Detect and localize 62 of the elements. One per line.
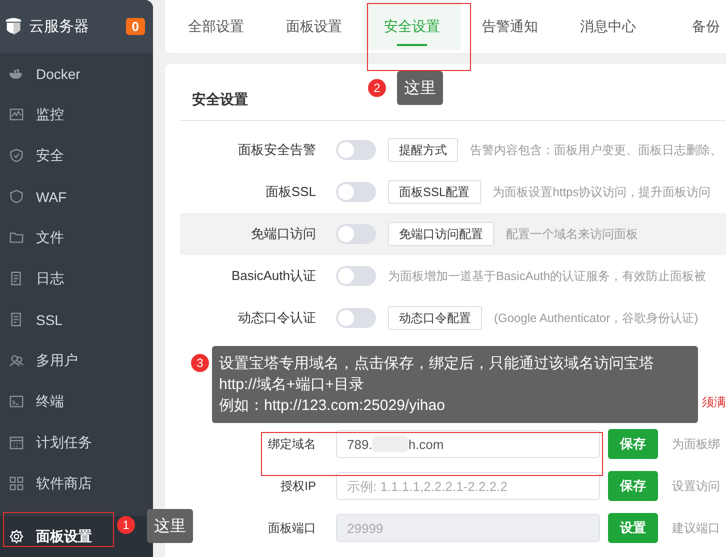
setting-description: 为面板增加一道基于BasicAuth的认证服务，有效防止面板被: [388, 268, 706, 284]
setting-label: 免端口访问: [250, 225, 316, 243]
field-description: 设置访问: [672, 478, 720, 494]
sidebar-item[interactable]: 日志: [0, 258, 153, 299]
grid-icon: [9, 476, 24, 491]
setting-label: 面板安全告警: [237, 141, 316, 159]
domain-field[interactable]: 789. h.com: [336, 430, 600, 458]
field-label: 绑定域名: [267, 436, 316, 452]
field-value: 789.: [347, 436, 372, 452]
config-button[interactable]: 面板SSL配置: [388, 180, 481, 204]
settings-icon: [9, 529, 24, 544]
sidebar-item[interactable]: SSL: [0, 299, 153, 340]
sidebar-item[interactable]: 文件: [0, 217, 153, 258]
section-title: 安全设置: [192, 91, 248, 109]
text-field[interactable]: 示例: 1.1.1.1,2.2.2.1-2.2.2.2: [336, 472, 600, 500]
sidebar-item[interactable]: 安全: [0, 135, 153, 176]
document-icon: [9, 271, 24, 286]
setting-label: 动态口令认证: [237, 309, 316, 327]
sidebar-item[interactable]: 监控: [0, 94, 153, 135]
config-button[interactable]: 提醒方式: [388, 138, 458, 162]
sidebar-item[interactable]: 软件商店: [0, 463, 153, 504]
field-label: 授权IP: [280, 478, 316, 494]
setting-description: 告警内容包含：面板用户变更、面板日志删除、: [470, 142, 722, 158]
toggle-switch[interactable]: [336, 140, 376, 160]
toggle-switch[interactable]: [336, 266, 376, 286]
config-button[interactable]: 免端口访问配置: [388, 222, 494, 246]
warning-text: 须满: [702, 394, 726, 410]
field-value: h.com: [408, 436, 444, 452]
tab[interactable]: 全部设置: [167, 0, 265, 53]
setting-description: 为面板设置https协议访问，提升面板访问: [492, 184, 711, 200]
field-label: 面板端口: [267, 520, 316, 536]
toggle-switch[interactable]: [336, 224, 376, 244]
tab[interactable]: 告警通知: [461, 0, 559, 53]
sidebar-item[interactable]: WAF: [0, 176, 153, 217]
calendar-icon: [9, 435, 24, 450]
toggle-switch[interactable]: [336, 308, 376, 328]
tab[interactable]: 备份: [657, 0, 726, 53]
field-description: 为面板绑: [672, 436, 720, 452]
terminal-icon: [9, 394, 24, 409]
users-icon: [9, 353, 24, 368]
setting-description: 配置一个域名来访问面板: [506, 226, 638, 242]
sidebar-item[interactable]: 计划任务: [0, 422, 153, 463]
setting-label: BasicAuth认证: [230, 267, 316, 285]
folder-icon: [9, 230, 24, 245]
config-button[interactable]: 动态口令配置: [388, 306, 482, 330]
shield-icon: [9, 148, 24, 163]
note-tooltip: 设置宝塔专用域名，点击保存，绑定后，只能通过该域名访问宝塔 http://域名+端口+目录 例如：http://123.com:25029/yihao: [212, 346, 698, 423]
toggle-switch[interactable]: [336, 182, 376, 202]
shield-icon: [9, 189, 24, 204]
field-description: 建议端口: [672, 520, 720, 536]
note-tooltip: 这里: [147, 509, 193, 543]
monitor-icon: [9, 107, 24, 122]
sidebar-item[interactable]: Docker: [0, 53, 153, 94]
sidebar-item[interactable]: 多用户: [0, 340, 153, 381]
setting-description: (Google Authenticator，谷歌身份认证): [494, 310, 698, 326]
setting-label: 面板SSL: [264, 183, 316, 201]
sidebar-item[interactable]: 终端: [0, 381, 153, 422]
logo-icon: [4, 16, 23, 37]
tab[interactable]: 面板设置: [265, 0, 363, 53]
server-title: 云服务器: [29, 17, 90, 36]
note-tooltip: 这里: [397, 71, 443, 105]
tab[interactable]: 消息中心: [559, 0, 657, 53]
